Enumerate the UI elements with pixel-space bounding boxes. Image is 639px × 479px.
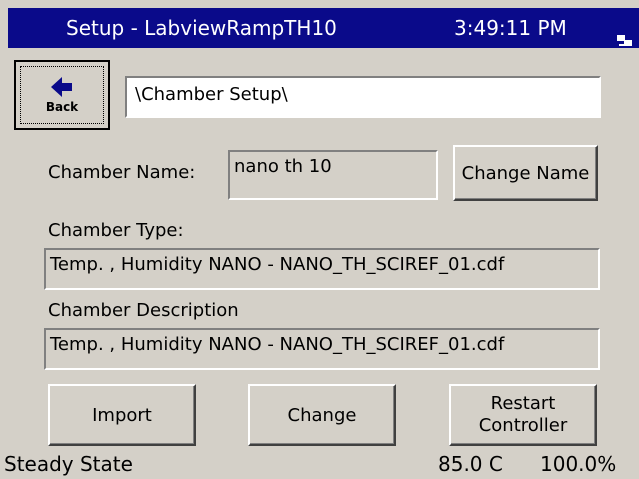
chamber-type-label: Chamber Type:	[48, 220, 184, 241]
chamber-description-label: Chamber Description	[48, 300, 239, 321]
network-icon	[616, 21, 634, 46]
restart-label-line1: Restart	[490, 393, 556, 414]
chamber-name-label: Chamber Name:	[48, 162, 196, 183]
restart-label-line2: Controller	[478, 415, 568, 436]
path-field: \Chamber Setup\	[125, 76, 601, 118]
restart-controller-button[interactable]: Restart Controller	[449, 384, 597, 446]
window-title: Setup - LabviewRampTH10	[66, 16, 337, 40]
chamber-name-field: nano th 10	[228, 150, 438, 200]
back-label: Back	[45, 99, 79, 114]
title-bar: Setup - LabviewRampTH10 3:49:11 PM	[8, 8, 639, 48]
back-arrow-icon	[51, 76, 73, 100]
status-state: Steady State	[4, 452, 133, 476]
clock: 3:49:11 PM	[454, 16, 567, 40]
chamber-description-field: Temp. , Humidity NANO - NANO_TH_SCIREF_0…	[44, 328, 600, 370]
change-button[interactable]: Change	[248, 384, 396, 446]
chamber-type-field: Temp. , Humidity NANO - NANO_TH_SCIREF_0…	[44, 248, 600, 290]
status-humidity: 100.0%	[540, 452, 617, 476]
change-name-button[interactable]: Change Name	[453, 145, 598, 201]
back-button[interactable]: Back	[14, 60, 110, 130]
status-temperature: 85.0 C	[438, 452, 503, 476]
import-button[interactable]: Import	[48, 384, 196, 446]
